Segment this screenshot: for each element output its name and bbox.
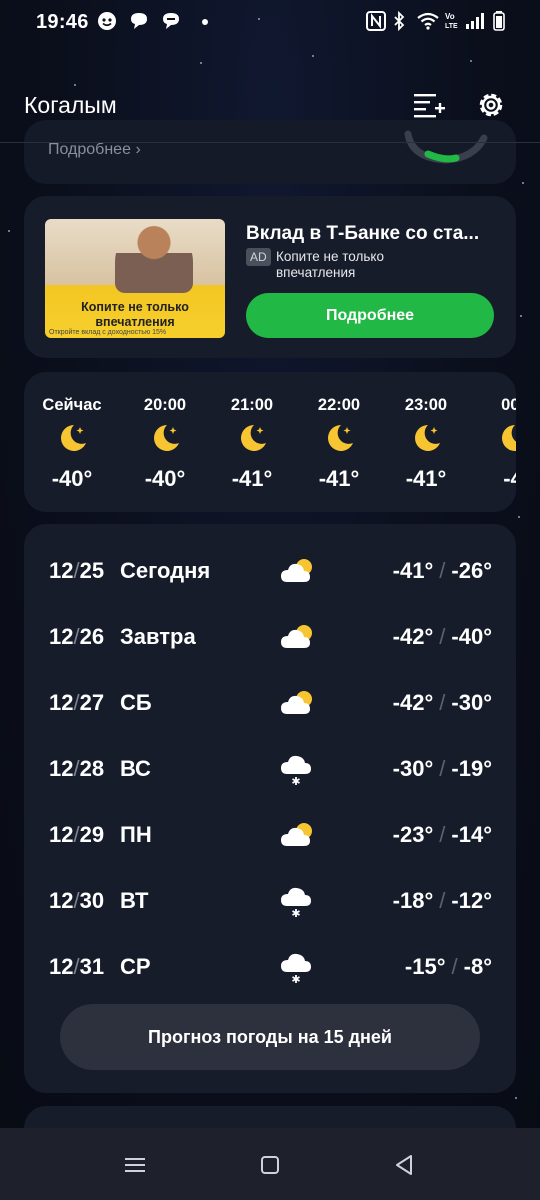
details-link-label: Подробнее bbox=[48, 141, 131, 158]
daily-row[interactable]: 12/25 Сегодня -41° / -26° bbox=[24, 552, 516, 592]
ad-badge: AD bbox=[246, 248, 271, 266]
ad-image-caption: Копите не только впечатления bbox=[81, 300, 189, 329]
hour-label: 20:00 bbox=[143, 396, 187, 414]
volte-icon: Vo LTE bbox=[445, 12, 458, 30]
notification-dot-icon bbox=[202, 19, 208, 25]
hour-temp: -41° bbox=[318, 466, 360, 491]
ad-image[interactable]: Копите не только впечатления Откройте вк… bbox=[45, 219, 225, 338]
status-bar: 19:46 Vo LTE bbox=[0, 0, 540, 46]
hourly-item[interactable]: Сейчас -40° bbox=[32, 396, 112, 492]
wifi-icon bbox=[417, 12, 439, 30]
hour-label: 21:00 bbox=[230, 396, 274, 414]
row-temps: -23° / -14° bbox=[392, 822, 492, 847]
daily-forecast-card: 12/25 Сегодня -41° / -26° 12/26 Завтра -42… bbox=[24, 524, 516, 1093]
row-date: 12/28 bbox=[49, 756, 105, 781]
row-date: 12/30 bbox=[49, 888, 105, 913]
app-header: Когалым bbox=[0, 70, 540, 143]
message-icon bbox=[163, 13, 179, 29]
partly-cloudy-icon bbox=[281, 559, 312, 582]
home-icon[interactable] bbox=[257, 1152, 283, 1178]
row-date: 12/26 bbox=[49, 624, 105, 649]
row-temps: -18° / -12° bbox=[392, 888, 492, 913]
ad-image-small-text: Откройте вклад с доходностью 15% bbox=[49, 329, 167, 336]
daily-row[interactable]: 12/28 ВС -30° / -19° bbox=[24, 750, 516, 790]
row-date: 12/29 bbox=[49, 822, 105, 847]
svg-text:Vo: Vo bbox=[445, 12, 455, 21]
details-link[interactable]: Подробнее › bbox=[48, 141, 141, 159]
city-list-add-icon[interactable] bbox=[412, 88, 446, 122]
daily-row[interactable]: 12/29 ПН -23° / -14° bbox=[24, 816, 516, 856]
hourly-item[interactable]: 20:00 -40° bbox=[125, 396, 205, 492]
city-title[interactable]: Когалым bbox=[24, 92, 117, 119]
snow-icon bbox=[281, 887, 311, 917]
partly-cloudy-icon bbox=[281, 625, 312, 648]
ad-card[interactable]: Копите не только впечатления Откройте вк… bbox=[24, 196, 516, 358]
back-icon[interactable] bbox=[391, 1152, 417, 1178]
ad-text: Копите не только впечатления bbox=[276, 249, 384, 280]
hour-label: Сейчас bbox=[42, 396, 102, 414]
hourly-item[interactable]: 00: -4 bbox=[473, 396, 516, 492]
row-date: 12/31 bbox=[49, 954, 105, 979]
row-day: Сегодня bbox=[120, 558, 211, 583]
hourly-item[interactable]: 23:00 -41° bbox=[386, 396, 466, 492]
partly-cloudy-icon bbox=[281, 691, 312, 714]
row-temps: -15° / -8° bbox=[404, 954, 492, 979]
ad-image-person bbox=[115, 223, 193, 293]
hour-temp: -40° bbox=[144, 466, 186, 491]
moon-icon bbox=[241, 425, 266, 451]
row-date: 12/27 bbox=[49, 690, 105, 715]
row-temps: -42° / -30° bbox=[392, 690, 492, 715]
row-temps: -42° / -40° bbox=[392, 624, 492, 649]
moon-icon bbox=[154, 425, 179, 451]
daily-row[interactable]: 12/30 ВТ -18° / -12° bbox=[24, 882, 516, 922]
signal-icon bbox=[466, 13, 484, 29]
row-day: Завтра bbox=[120, 624, 196, 649]
hour-label: 22:00 bbox=[317, 396, 361, 414]
row-day: ВС bbox=[120, 756, 151, 781]
moon-icon bbox=[61, 425, 86, 451]
hour-label: 23:00 bbox=[404, 396, 448, 414]
svg-text:LTE: LTE bbox=[445, 23, 458, 30]
row-date: 12/25 bbox=[49, 558, 105, 583]
hour-label: 00: bbox=[501, 396, 516, 414]
snow-icon bbox=[281, 755, 311, 785]
messenger-icon bbox=[98, 12, 116, 30]
hour-temp: -4 bbox=[503, 466, 516, 491]
hour-temp: -40° bbox=[51, 466, 93, 491]
nfc-icon bbox=[366, 11, 386, 31]
ad-details-button[interactable]: Подробнее bbox=[246, 293, 494, 338]
ad-title[interactable]: Вклад в Т-Банке со ста... bbox=[246, 223, 479, 245]
hour-temp: -41° bbox=[405, 466, 447, 491]
row-temps: -41° / -26° bbox=[392, 558, 492, 583]
partly-cloudy-icon bbox=[281, 823, 312, 846]
row-day: ВТ bbox=[120, 888, 149, 913]
chevron-right-icon: › bbox=[135, 141, 141, 158]
daily-row[interactable]: 12/26 Завтра -42° / -40° bbox=[24, 618, 516, 658]
system-nav-bar bbox=[0, 1128, 540, 1200]
daily-row[interactable]: 12/27 СБ -42° / -30° bbox=[24, 684, 516, 724]
moon-icon bbox=[415, 425, 440, 451]
row-temps: -30° / -19° bbox=[392, 756, 492, 781]
bluetooth-icon bbox=[394, 10, 405, 32]
hourly-item[interactable]: 22:00 -41° bbox=[299, 396, 379, 492]
snow-icon bbox=[281, 953, 311, 983]
settings-gear-icon[interactable] bbox=[474, 88, 508, 122]
daily-row[interactable]: 12/31 СР -15° / -8° bbox=[24, 948, 516, 988]
15-day-forecast-button[interactable]: Прогноз погоды на 15 дней bbox=[60, 1004, 480, 1070]
chat-icon bbox=[131, 13, 147, 29]
hour-temp: -41° bbox=[231, 466, 273, 491]
hourly-item[interactable]: 21:00 -41° bbox=[212, 396, 292, 492]
row-day: СБ bbox=[120, 690, 152, 715]
moon-icon bbox=[328, 425, 353, 451]
row-day: СР bbox=[120, 954, 151, 979]
recent-apps-icon[interactable] bbox=[122, 1152, 148, 1178]
hourly-forecast-card[interactable]: Сейчас -40° 20:00 -40° 21:00 -41° 22:00 … bbox=[24, 372, 516, 512]
row-day: ПН bbox=[120, 822, 152, 847]
moon-icon bbox=[502, 425, 516, 451]
battery-icon bbox=[493, 11, 505, 31]
status-time: 19:46 bbox=[36, 11, 89, 33]
